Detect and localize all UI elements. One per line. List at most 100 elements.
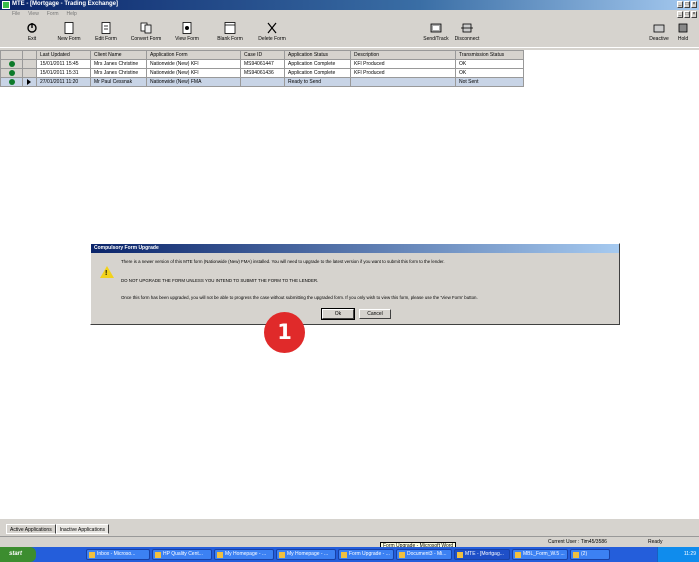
disconnect-button[interactable]: Disconnect <box>452 19 482 48</box>
taskbar-item[interactable]: (2) <box>570 549 610 560</box>
view-form-icon <box>182 22 192 34</box>
taskbar-item[interactable]: My Homepage - ... <box>276 549 336 560</box>
word-icon <box>341 552 347 558</box>
send-track-icon <box>430 23 442 33</box>
start-button[interactable]: start <box>0 547 36 562</box>
taskbar-item-active[interactable]: MTE - [Mortgag... <box>454 549 510 560</box>
table-row[interactable]: 15/01/2011 15:31 Mrs Janes Christine Nat… <box>0 68 524 78</box>
exit-button[interactable]: Exit <box>24 19 40 48</box>
table-row[interactable]: 15/01/2011 15:45 Mrs Janes Christine Nat… <box>0 59 524 69</box>
browser-icon <box>217 552 223 558</box>
browser-icon <box>279 552 285 558</box>
hp-icon <box>155 552 161 558</box>
cell-transmission-status: OK <box>455 59 524 69</box>
taskbar: start Inbox - Microso... HP Quality Cent… <box>0 547 699 562</box>
menu-file[interactable]: File <box>12 10 20 19</box>
exit-icon <box>27 23 37 33</box>
menu-form[interactable]: Form <box>47 10 59 19</box>
status-dot-icon <box>9 70 15 76</box>
app-window: MTE - [Mortgage - Trading Exchange] _ □ … <box>0 0 699 562</box>
close-button[interactable]: × <box>691 1 697 8</box>
column-header-case-id[interactable]: Case ID <box>240 50 285 60</box>
taskbar-item[interactable]: HP Quality Cent... <box>152 549 212 560</box>
cell-client-name: Mrs Janes Christine <box>90 68 147 78</box>
row-status-indicator <box>0 68 23 78</box>
delete-form-button[interactable]: Delete Form <box>256 19 288 48</box>
table-header-row: Last Updated Client Name Application For… <box>0 50 524 60</box>
new-form-icon <box>64 22 74 34</box>
tab-active-applications[interactable]: Active Applications <box>6 524 56 534</box>
taskbar-item[interactable]: MBL_Form_W.5 ... <box>512 549 568 560</box>
cell-description: KFI Produced <box>350 68 456 78</box>
cell-application-form: Nationwide (New) FMA <box>146 77 241 87</box>
column-header-application-form[interactable]: Application Form <box>146 50 241 60</box>
folder-icon <box>515 552 521 558</box>
cell-application-form: Nationwide (New) KFI <box>146 59 241 69</box>
column-header-last-updated[interactable]: Last Updated <box>36 50 91 60</box>
view-form-button[interactable]: View Form <box>174 19 200 48</box>
mdi-close-button[interactable]: × <box>691 11 697 18</box>
cell-case-id: MS94061436 <box>240 68 285 78</box>
window-icon <box>573 552 579 558</box>
toolbar: Exit New Form Edit Form Convert Form Vie… <box>0 19 699 48</box>
cell-description <box>350 77 456 87</box>
cell-last-updated: 27/01/2011 11:20 <box>36 77 91 87</box>
row-status-indicator <box>0 77 23 87</box>
minimize-button[interactable]: _ <box>677 1 683 8</box>
cell-transmission-status: Not Sent <box>455 77 524 87</box>
convert-form-icon <box>140 22 152 34</box>
convert-form-button[interactable]: Convert Form <box>129 19 163 48</box>
ok-button[interactable]: Ok <box>321 308 355 320</box>
cell-last-updated: 15/01/2011 15:45 <box>36 59 91 69</box>
column-header-application-status[interactable]: Application Status <box>284 50 351 60</box>
edit-form-button[interactable]: Edit Form <box>94 19 118 48</box>
outlook-icon <box>89 552 95 558</box>
delete-icon <box>267 22 277 34</box>
app-icon <box>2 1 10 9</box>
application-tabs: Active Applications Inactive Application… <box>6 524 110 534</box>
blank-form-button[interactable]: Blank Form <box>216 19 244 48</box>
cell-case-id: MS94061447 <box>240 59 285 69</box>
cell-application-status: Application Complete <box>284 68 351 78</box>
column-header-description[interactable]: Description <box>350 50 456 60</box>
cell-description: KFI Produced <box>350 59 456 69</box>
hold-button[interactable]: Hold <box>674 19 692 48</box>
menu-help[interactable]: Help <box>66 10 76 19</box>
blank-form-icon <box>224 22 236 34</box>
row-status-indicator <box>0 59 23 69</box>
tab-inactive-applications[interactable]: Inactive Applications <box>55 524 110 534</box>
cell-application-form: Nationwide (New) KFI <box>146 68 241 78</box>
current-user-status: Current User : Tim45/3586 <box>548 539 607 545</box>
cancel-button[interactable]: Cancel <box>359 309 391 319</box>
row-selector <box>22 77 37 87</box>
cell-transmission-status: OK <box>455 68 524 78</box>
clock: 11:29 <box>683 551 696 557</box>
current-row-arrow-icon <box>27 79 31 85</box>
dialog-message-line-3: Once this form has been upgraded, you wi… <box>121 295 478 300</box>
cell-application-status: Ready to Send <box>284 77 351 87</box>
taskbar-item[interactable]: My Homepage - ... <box>214 549 274 560</box>
status-bar: Current User : Tim45/3586 Ready <box>0 536 699 546</box>
cell-last-updated: 15/01/2011 15:31 <box>36 68 91 78</box>
cell-application-status: Application Complete <box>284 59 351 69</box>
maximize-button[interactable]: □ <box>684 1 690 8</box>
new-form-button[interactable]: New Form <box>57 19 81 48</box>
mdi-restore-button[interactable]: □ <box>684 11 690 18</box>
menu-view[interactable]: View <box>28 10 39 19</box>
table-row-selected[interactable]: 27/01/2011 11:20 Mr Paul Cessnak Nationw… <box>0 77 524 87</box>
dialog-message-line-2: DO NOT UPGRADE THE FORM UNLESS YOU INTEN… <box>121 278 319 283</box>
taskbar-item[interactable]: Form Upgrade - ... <box>338 549 394 560</box>
deactivate-button[interactable]: Deactive <box>648 19 670 48</box>
column-header-client-name[interactable]: Client Name <box>90 50 147 60</box>
mdi-minimize-button[interactable]: _ <box>677 11 683 18</box>
status-dot-icon <box>9 79 15 85</box>
compulsory-form-upgrade-dialog: Compulsory Form Upgrade ! There is a new… <box>90 243 620 325</box>
column-header-transmission-status[interactable]: Transmission Status <box>455 50 524 60</box>
mte-icon <box>457 552 463 558</box>
system-tray: 11:29 <box>657 547 699 562</box>
word-icon <box>399 552 405 558</box>
taskbar-item[interactable]: Document3 - Mi... <box>396 549 452 560</box>
taskbar-item[interactable]: Inbox - Microso... <box>86 549 150 560</box>
menu-bar: File View Form Help <box>0 10 699 19</box>
send-track-button[interactable]: Send/Track <box>422 19 450 48</box>
